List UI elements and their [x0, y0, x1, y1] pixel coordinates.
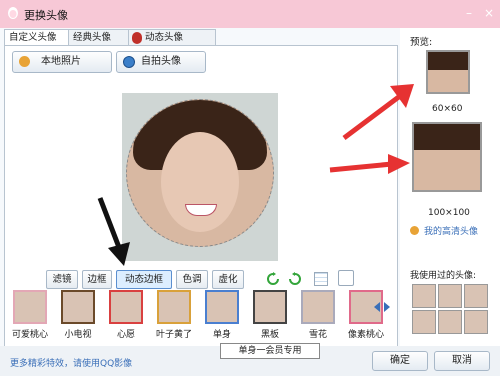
- thumb-label: 雪花: [308, 330, 327, 340]
- thumb-blackboard[interactable]: 黑板: [250, 290, 290, 340]
- thumb-preview: [13, 290, 47, 324]
- thumb-yellow-leaves[interactable]: 叶子黄了: [154, 290, 194, 340]
- thumb-label: 小电视: [64, 330, 92, 340]
- preview-small-size: 60×60: [432, 104, 463, 114]
- effects-toolbar: 滤镜 边框 动态边框 色调 虚化: [4, 270, 396, 289]
- photo-crop-stage[interactable]: [122, 93, 278, 261]
- thumb-preview: [157, 290, 191, 324]
- annotation-arrow-red-bottom: [329, 154, 410, 174]
- webcam-icon: [123, 56, 135, 68]
- window-title: 更换头像: [24, 9, 68, 22]
- scroll-left-icon[interactable]: [374, 302, 380, 312]
- tool-tone[interactable]: 色调: [176, 270, 208, 289]
- history-avatar[interactable]: [412, 284, 436, 308]
- hd-avatar-link[interactable]: 我的高清头像: [424, 224, 478, 237]
- preview-large: [412, 122, 482, 192]
- annotation-arrow-black: [97, 197, 130, 266]
- face-shape: [161, 132, 239, 232]
- tool-border[interactable]: 边框: [82, 270, 112, 289]
- photo-user-icon: [19, 56, 30, 67]
- preview-title: 预览:: [410, 37, 433, 48]
- rotate-left-icon[interactable]: [266, 272, 280, 286]
- circular-crop-frame[interactable]: [126, 99, 274, 247]
- thumb-single[interactable]: 单身: [202, 290, 242, 340]
- ok-button[interactable]: 确定: [372, 351, 428, 371]
- history-avatar[interactable]: [464, 284, 488, 308]
- local-photo-label: 本地照片: [41, 56, 81, 67]
- tool-blur[interactable]: 虚化: [212, 270, 244, 289]
- history-avatar[interactable]: [438, 284, 462, 308]
- tab-classic-avatar[interactable]: 经典头像: [68, 29, 130, 46]
- preview-hair: [428, 52, 468, 70]
- original-size-icon[interactable]: [338, 270, 354, 286]
- grid-icon[interactable]: [314, 272, 328, 286]
- thumb-label: 心愿: [116, 330, 135, 340]
- thumb-preview: [61, 290, 95, 324]
- scroll-right-icon[interactable]: [384, 302, 390, 312]
- preview-small: [426, 50, 470, 94]
- thumb-wish[interactable]: 心愿: [106, 290, 146, 340]
- history-title: 我使用过的头像:: [410, 271, 477, 281]
- thumb-label: 像素桃心: [347, 330, 384, 340]
- title-bar: 更换头像 – ×: [0, 0, 500, 28]
- history-avatar[interactable]: [464, 310, 488, 334]
- thumb-preview: [109, 290, 143, 324]
- thumb-preview: [301, 290, 335, 324]
- history-avatar[interactable]: [412, 310, 436, 334]
- border-thumbnails: 可爱桃心 小电视 心愿 叶子黄了 单身 黑板 雪花 像素桃心: [10, 290, 390, 346]
- minimize-button[interactable]: –: [462, 6, 476, 20]
- local-photo-button[interactable]: 本地照片: [12, 51, 112, 73]
- hd-avatar-icon: [410, 226, 419, 235]
- tool-dynamic-border[interactable]: 动态边框: [116, 270, 172, 289]
- tab-dynamic-avatar[interactable]: 动态头像: [128, 29, 216, 46]
- history-avatar[interactable]: [438, 310, 462, 334]
- thumb-preview: [253, 290, 287, 324]
- thumb-tooltip: 单身一会员专用: [220, 343, 320, 359]
- thumb-pixel-heart[interactable]: 像素桃心: [346, 290, 386, 340]
- dynamic-penguin-icon: [132, 32, 142, 44]
- preview-hair: [414, 124, 480, 150]
- thumb-small-tv[interactable]: 小电视: [58, 290, 98, 340]
- preview-panel: 预览: 60×60 100×100 我的高清头像 我使用过的头像:: [400, 28, 500, 346]
- cancel-button[interactable]: 取消: [434, 351, 490, 371]
- thumb-label: 可爱桃心: [11, 330, 48, 340]
- rotate-right-icon[interactable]: [288, 272, 302, 286]
- thumb-label: 叶子黄了: [155, 330, 192, 340]
- change-avatar-window: 更换头像 – × 自定义头像 经典头像 动态头像 本地照片 自拍头像 滤镜 边框…: [0, 0, 500, 376]
- thumb-snowflake[interactable]: 雪花: [298, 290, 338, 340]
- tab-dynamic-label: 动态头像: [145, 32, 184, 43]
- annotation-arrow-red-top: [342, 84, 414, 140]
- selfie-label: 自拍头像: [141, 56, 181, 67]
- thumb-preview: [205, 290, 239, 324]
- selfie-button[interactable]: 自拍头像: [116, 51, 206, 73]
- more-effects-link[interactable]: 更多精彩特效，请使用QQ影像: [10, 356, 132, 369]
- thumb-cute-heart[interactable]: 可爱桃心: [10, 290, 50, 340]
- thumb-label: 黑板: [260, 330, 279, 340]
- thumb-label: 单身: [212, 330, 231, 340]
- tool-filter[interactable]: 滤镜: [46, 270, 78, 289]
- qq-penguin-icon: [8, 7, 18, 19]
- preview-large-size: 100×100: [428, 208, 470, 218]
- close-button[interactable]: ×: [482, 6, 496, 20]
